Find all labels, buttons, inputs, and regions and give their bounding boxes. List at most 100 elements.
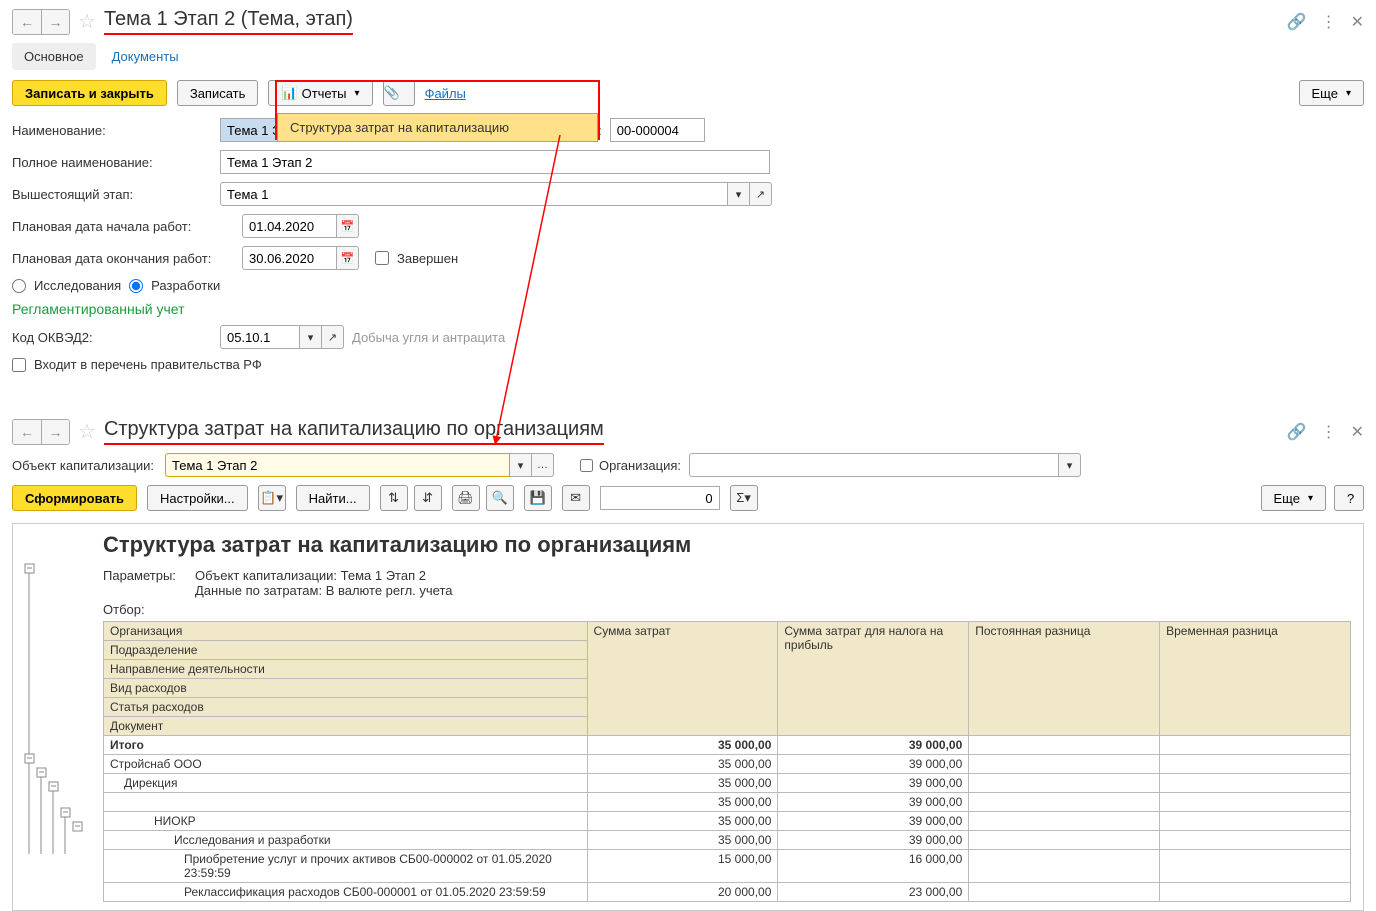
forward-button-2[interactable]: → bbox=[41, 420, 69, 444]
table-cell-value: 39 000,00 bbox=[778, 736, 969, 755]
save-icon[interactable]: 💾 bbox=[524, 485, 552, 511]
email-icon[interactable]: ✉ bbox=[562, 485, 590, 511]
table-cell-label bbox=[104, 793, 588, 812]
reports-dropdown[interactable]: 📊Отчеты bbox=[268, 80, 372, 106]
start-date-calendar-btn[interactable]: 📅 bbox=[337, 214, 359, 238]
table-cell-value: 39 000,00 bbox=[778, 812, 969, 831]
tab-main[interactable]: Основное bbox=[12, 43, 96, 70]
favorite-icon-2[interactable]: ☆ bbox=[78, 419, 96, 444]
table-cell-value: 23 000,00 bbox=[778, 883, 969, 902]
save-button[interactable]: Записать bbox=[177, 80, 259, 106]
org-dropdown-btn[interactable]: ▾ bbox=[1059, 453, 1081, 477]
col-perm: Постоянная разница bbox=[969, 622, 1160, 736]
start-date-input[interactable] bbox=[242, 214, 337, 238]
table-cell-value: 15 000,00 bbox=[587, 850, 778, 883]
parent-input[interactable] bbox=[220, 182, 728, 206]
print-icon[interactable]: 🖨 bbox=[452, 485, 480, 511]
report-table: Организация Сумма затрат Сумма затрат дл… bbox=[103, 621, 1351, 902]
more-button-2[interactable]: Еще bbox=[1261, 485, 1326, 511]
completed-label: Завершен bbox=[397, 251, 458, 266]
attachment-button[interactable]: 📎 bbox=[383, 80, 415, 106]
settings-button[interactable]: Настройки... bbox=[147, 485, 248, 511]
okved-input[interactable] bbox=[220, 325, 300, 349]
link-icon-2[interactable]: 🔗 bbox=[1287, 422, 1307, 442]
save-and-close-button[interactable]: Записать и закрыть bbox=[12, 80, 167, 106]
table-cell-label: Стройснаб ООО bbox=[104, 755, 588, 774]
parent-label: Вышестоящий этап: bbox=[12, 187, 212, 202]
back-button[interactable]: ← bbox=[13, 10, 41, 34]
table-cell-label: Приобретение услуг и прочих активов СБ00… bbox=[104, 850, 588, 883]
table-cell-value: 35 000,00 bbox=[587, 812, 778, 831]
kebab-icon-2[interactable]: ⋮ bbox=[1321, 422, 1337, 442]
col-tax: Сумма затрат для налога на прибыль bbox=[778, 622, 969, 736]
table-cell-value: 35 000,00 bbox=[587, 793, 778, 812]
object-select-btn[interactable]: … bbox=[532, 453, 554, 477]
dropdown-item-cost-structure[interactable]: Структура затрат на капитализацию bbox=[277, 113, 598, 142]
object-dropdown-btn[interactable]: ▾ bbox=[510, 453, 532, 477]
name-label: Наименование: bbox=[12, 123, 212, 138]
table-cell-value bbox=[1160, 755, 1351, 774]
sigma-icon[interactable]: Σ▾ bbox=[730, 485, 758, 511]
okved-hint: Добыча угля и антрацита bbox=[352, 330, 505, 345]
tree-outline[interactable] bbox=[13, 524, 91, 910]
org-input[interactable] bbox=[689, 453, 1059, 477]
object-input[interactable] bbox=[165, 453, 510, 477]
okved-open-btn[interactable]: ↗ bbox=[322, 325, 344, 349]
full-name-input[interactable] bbox=[220, 150, 770, 174]
close-icon[interactable]: ✕ bbox=[1351, 12, 1364, 32]
start-date-label: Плановая дата начала работ: bbox=[12, 219, 234, 234]
tab-documents[interactable]: Документы bbox=[100, 43, 191, 70]
end-date-label: Плановая дата окончания работ: bbox=[12, 251, 234, 266]
table-cell-value bbox=[969, 736, 1160, 755]
files-link[interactable]: Файлы bbox=[425, 86, 466, 101]
parent-dropdown-btn[interactable]: ▾ bbox=[728, 182, 750, 206]
find-button[interactable]: Найти... bbox=[296, 485, 370, 511]
report-title: Структура затрат на капитализацию по орг… bbox=[104, 418, 604, 445]
gov-list-checkbox[interactable] bbox=[12, 358, 26, 372]
kebab-icon[interactable]: ⋮ bbox=[1321, 12, 1337, 32]
code-input[interactable] bbox=[610, 118, 705, 142]
table-cell-value: 35 000,00 bbox=[587, 755, 778, 774]
research-radio[interactable] bbox=[12, 279, 26, 293]
okved-dropdown-btn[interactable]: ▾ bbox=[300, 325, 322, 349]
col-temp: Временная разница bbox=[1160, 622, 1351, 736]
okved-label: Код ОКВЭД2: bbox=[12, 330, 212, 345]
table-cell-value bbox=[1160, 793, 1351, 812]
table-cell-value bbox=[969, 831, 1160, 850]
development-radio[interactable] bbox=[129, 279, 143, 293]
variants-button[interactable]: 📋▾ bbox=[258, 485, 286, 511]
expand-icon[interactable]: ⇅ bbox=[380, 485, 408, 511]
end-date-input[interactable] bbox=[242, 246, 337, 270]
table-cell-value: 35 000,00 bbox=[587, 774, 778, 793]
table-cell-value bbox=[1160, 850, 1351, 883]
report-heading: Структура затрат на капитализацию по орг… bbox=[103, 532, 1351, 558]
collapse-icon[interactable]: ⇵ bbox=[414, 485, 442, 511]
table-cell-label: Реклассификация расходов СБ00-000001 от … bbox=[104, 883, 588, 902]
preview-icon[interactable]: 🔍 bbox=[486, 485, 514, 511]
org-checkbox[interactable] bbox=[580, 459, 593, 472]
table-cell-label: Итого bbox=[104, 736, 588, 755]
sum-input[interactable] bbox=[600, 486, 720, 510]
generate-button[interactable]: Сформировать bbox=[12, 485, 137, 511]
section-regulated: Регламентированный учет bbox=[12, 301, 1364, 317]
link-icon[interactable]: 🔗 bbox=[1287, 12, 1307, 32]
help-button[interactable]: ? bbox=[1334, 485, 1364, 511]
back-button-2[interactable]: ← bbox=[13, 420, 41, 444]
forward-button[interactable]: → bbox=[41, 10, 69, 34]
gov-list-label: Входит в перечень правительства РФ bbox=[34, 357, 262, 372]
end-date-calendar-btn[interactable]: 📅 bbox=[337, 246, 359, 270]
col-type: Вид расходов bbox=[104, 679, 588, 698]
parent-open-btn[interactable]: ↗ bbox=[750, 182, 772, 206]
more-button[interactable]: Еще bbox=[1299, 80, 1364, 106]
table-cell-value: 16 000,00 bbox=[778, 850, 969, 883]
table-cell-value: 35 000,00 bbox=[587, 831, 778, 850]
favorite-icon[interactable]: ☆ bbox=[78, 9, 96, 34]
table-cell-value bbox=[1160, 774, 1351, 793]
close-icon-2[interactable]: ✕ bbox=[1351, 422, 1364, 442]
table-cell-label: НИОКР bbox=[104, 812, 588, 831]
page-title: Тема 1 Этап 2 (Тема, этап) bbox=[104, 8, 353, 35]
table-cell-value: 20 000,00 bbox=[587, 883, 778, 902]
col-article: Статья расходов bbox=[104, 698, 588, 717]
completed-checkbox[interactable] bbox=[375, 251, 389, 265]
table-cell-label: Дирекция bbox=[104, 774, 588, 793]
